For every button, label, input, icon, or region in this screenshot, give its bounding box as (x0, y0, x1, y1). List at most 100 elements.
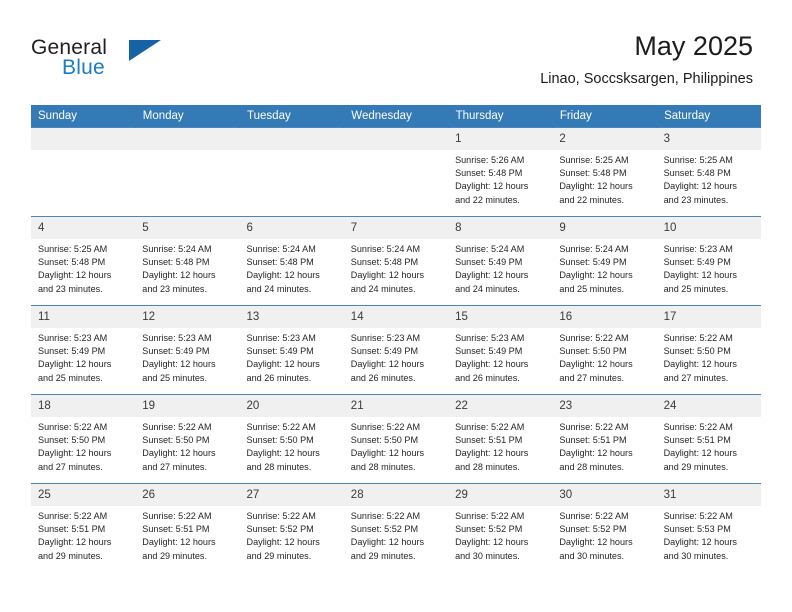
sunrise-text: Sunrise: 5:23 AM (142, 333, 212, 343)
day-details: Sunrise: 5:25 AM Sunset: 5:48 PM Daylight:… (657, 150, 761, 207)
daylight-text-line2: and 25 minutes. (142, 372, 207, 383)
weekday-header-thursday: Thursday (448, 105, 553, 128)
sunrise-text: Sunrise: 5:24 AM (455, 244, 525, 254)
sunset-text: Sunset: 5:48 PM (455, 168, 523, 179)
sunset-text: Sunset: 5:49 PM (38, 346, 106, 357)
calendar-day-cell[interactable]: 19 Sunrise: 5:22 AM Sunset: 5:50 PM Dayligh… (135, 394, 240, 484)
sunrise-text: Sunrise: 5:22 AM (350, 422, 421, 432)
day-details: Sunrise: 5:22 AM Sunset: 5:52 PM Daylight:… (240, 506, 344, 563)
calendar-week-row: 18 Sunrise: 5:22 AM Sunset: 5:50 PM Dayligh… (31, 394, 761, 484)
weekday-header-saturday: Saturday (656, 105, 762, 128)
calendar-day-cell[interactable]: 5 Sunrise: 5:24 AM Sunset: 5:48 PM Daylight… (135, 216, 240, 306)
sunset-text: Sunset: 5:48 PM (142, 257, 210, 268)
daylight-text-line1: Daylight: 12 hours (455, 537, 529, 548)
sunset-text: Sunset: 5:50 PM (142, 435, 210, 446)
calendar-body: 1 Sunrise: 5:26 AM Sunset: 5:48 PM Daylight… (31, 127, 761, 573)
calendar-day-cell[interactable]: 26 Sunrise: 5:22 AM Sunset: 5:51 PM Dayligh… (135, 483, 240, 573)
calendar-day-cell[interactable]: 9 Sunrise: 5:24 AM Sunset: 5:49 PM Daylight… (552, 216, 657, 306)
calendar-day-cell[interactable]: 30 Sunrise: 5:22 AM Sunset: 5:52 PM Dayligh… (552, 483, 657, 573)
daylight-text-line1: Daylight: 12 hours (455, 359, 529, 370)
calendar-day-cell[interactable]: 20 Sunrise: 5:22 AM Sunset: 5:50 PM Dayligh… (239, 394, 344, 484)
sunset-text: Sunset: 5:51 PM (663, 435, 731, 446)
brand-logo[interactable]: General Blue (31, 36, 201, 84)
calendar-day-cell[interactable]: 22 Sunrise: 5:22 AM Sunset: 5:51 PM Dayligh… (448, 394, 553, 484)
daylight-text-line2: and 22 minutes. (559, 194, 625, 205)
day-details: Sunrise: 5:22 AM Sunset: 5:51 PM Daylight:… (657, 417, 761, 474)
calendar-day-cell[interactable]: 15 Sunrise: 5:23 AM Sunset: 5:49 PM Dayligh… (448, 305, 553, 395)
sunrise-text: Sunrise: 5:24 AM (559, 244, 629, 254)
calendar-day-cell[interactable]: 7 Sunrise: 5:24 AM Sunset: 5:48 PM Daylight… (343, 216, 449, 306)
calendar-day-cell[interactable]: 31 Sunrise: 5:22 AM Sunset: 5:53 PM Dayligh… (656, 483, 761, 573)
calendar-day-cell[interactable]: 21 Sunrise: 5:22 AM Sunset: 5:50 PM Dayligh… (343, 394, 449, 484)
calendar-day-cell[interactable]: 27 Sunrise: 5:22 AM Sunset: 5:52 PM Dayligh… (239, 483, 344, 573)
weekday-row: Sunday Monday Tuesday Wednesday Thursday… (31, 105, 762, 128)
day-details: Sunrise: 5:22 AM Sunset: 5:50 PM Daylight:… (657, 328, 761, 385)
daylight-text-line1: Daylight: 12 hours (38, 448, 112, 459)
calendar-day-cell[interactable]: 16 Sunrise: 5:22 AM Sunset: 5:50 PM Dayligh… (552, 305, 657, 395)
sunrise-text: Sunrise: 5:22 AM (559, 511, 629, 521)
calendar-day-cell[interactable]: 6 Sunrise: 5:24 AM Sunset: 5:48 PM Daylight… (239, 216, 344, 306)
day-details: Sunrise: 5:23 AM Sunset: 5:49 PM Daylight:… (31, 328, 135, 385)
calendar-day-cell[interactable]: 14 Sunrise: 5:23 AM Sunset: 5:49 PM Dayligh… (343, 305, 449, 395)
day-number: 5 (135, 217, 240, 239)
calendar-day-cell[interactable]: 17 Sunrise: 5:22 AM Sunset: 5:50 PM Dayligh… (656, 305, 761, 395)
daylight-text-line2: and 25 minutes. (38, 372, 103, 383)
daylight-text-line2: and 22 minutes. (455, 194, 520, 205)
daylight-text-line2: and 23 minutes. (663, 194, 729, 205)
daylight-text-line2: and 30 minutes. (455, 550, 520, 561)
day-number: 19 (135, 395, 240, 417)
day-number: 25 (31, 484, 136, 506)
day-number (31, 128, 136, 150)
day-number: 11 (31, 306, 136, 328)
daylight-text-line1: Daylight: 12 hours (246, 270, 320, 281)
calendar-day-cell[interactable]: 2 Sunrise: 5:25 AM Sunset: 5:48 PM Daylight… (552, 127, 657, 217)
day-details: Sunrise: 5:22 AM Sunset: 5:50 PM Daylight:… (344, 417, 448, 474)
day-details: Sunrise: 5:23 AM Sunset: 5:49 PM Daylight:… (657, 239, 761, 296)
day-number: 3 (656, 128, 761, 150)
day-details: Sunrise: 5:26 AM Sunset: 5:48 PM Daylight:… (448, 150, 552, 207)
calendar-day-cell[interactable]: 24 Sunrise: 5:22 AM Sunset: 5:51 PM Dayligh… (656, 394, 761, 484)
sunset-text: Sunset: 5:49 PM (350, 346, 419, 357)
calendar-day-cell[interactable]: 18 Sunrise: 5:22 AM Sunset: 5:50 PM Dayligh… (31, 394, 136, 484)
sunset-text: Sunset: 5:49 PM (663, 257, 731, 268)
daylight-text-line2: and 24 minutes. (350, 283, 416, 294)
calendar-day-cell[interactable]: 28 Sunrise: 5:22 AM Sunset: 5:52 PM Dayligh… (343, 483, 449, 573)
page-subtitle: Linao, Soccsksargen, Philippines (540, 71, 753, 87)
weekday-header-tuesday: Tuesday (239, 105, 345, 128)
sunrise-text: Sunrise: 5:24 AM (142, 244, 212, 254)
calendar-day-cell[interactable]: 12 Sunrise: 5:23 AM Sunset: 5:49 PM Dayligh… (135, 305, 240, 395)
sunset-text: Sunset: 5:51 PM (455, 435, 523, 446)
calendar-day-cell[interactable]: 4 Sunrise: 5:25 AM Sunset: 5:48 PM Daylight… (31, 216, 136, 306)
calendar-day-cell[interactable]: 23 Sunrise: 5:22 AM Sunset: 5:51 PM Dayligh… (552, 394, 657, 484)
daylight-text-line1: Daylight: 12 hours (663, 181, 737, 192)
calendar-day-cell[interactable]: 10 Sunrise: 5:23 AM Sunset: 5:49 PM Dayligh… (656, 216, 761, 306)
day-number: 8 (448, 217, 553, 239)
calendar-day-cell[interactable]: 11 Sunrise: 5:23 AM Sunset: 5:49 PM Dayligh… (31, 305, 136, 395)
calendar-cell-empty (31, 127, 136, 217)
calendar-week-row: 4 Sunrise: 5:25 AM Sunset: 5:48 PM Daylight… (31, 216, 761, 306)
sunset-text: Sunset: 5:48 PM (350, 257, 419, 268)
daylight-text-line2: and 26 minutes. (455, 372, 520, 383)
sunset-text: Sunset: 5:50 PM (38, 435, 106, 446)
sunrise-text: Sunrise: 5:23 AM (455, 333, 525, 343)
daylight-text-line1: Daylight: 12 hours (559, 270, 633, 281)
brand-name-bottom: Blue (62, 56, 105, 79)
calendar-day-cell[interactable]: 13 Sunrise: 5:23 AM Sunset: 5:49 PM Dayligh… (239, 305, 344, 395)
day-details: Sunrise: 5:22 AM Sunset: 5:50 PM Daylight:… (552, 328, 656, 385)
day-details: Sunrise: 5:22 AM Sunset: 5:53 PM Daylight:… (657, 506, 761, 563)
daylight-text-line1: Daylight: 12 hours (663, 448, 737, 459)
sunset-text: Sunset: 5:50 PM (350, 435, 419, 446)
day-number (135, 128, 240, 150)
calendar-day-cell[interactable]: 8 Sunrise: 5:24 AM Sunset: 5:49 PM Daylight… (448, 216, 553, 306)
day-number: 9 (552, 217, 657, 239)
calendar-day-cell[interactable]: 1 Sunrise: 5:26 AM Sunset: 5:48 PM Daylight… (448, 127, 553, 217)
day-number: 30 (552, 484, 657, 506)
calendar-day-cell[interactable]: 29 Sunrise: 5:22 AM Sunset: 5:52 PM Dayligh… (448, 483, 553, 573)
calendar-day-cell[interactable]: 3 Sunrise: 5:25 AM Sunset: 5:48 PM Daylight… (656, 127, 761, 217)
sunrise-text: Sunrise: 5:24 AM (350, 244, 421, 254)
calendar-day-cell[interactable]: 25 Sunrise: 5:22 AM Sunset: 5:51 PM Dayligh… (31, 483, 136, 573)
day-number: 1 (448, 128, 553, 150)
sunrise-text: Sunrise: 5:22 AM (663, 333, 733, 343)
sunrise-text: Sunrise: 5:22 AM (350, 511, 421, 521)
day-number (239, 128, 344, 150)
